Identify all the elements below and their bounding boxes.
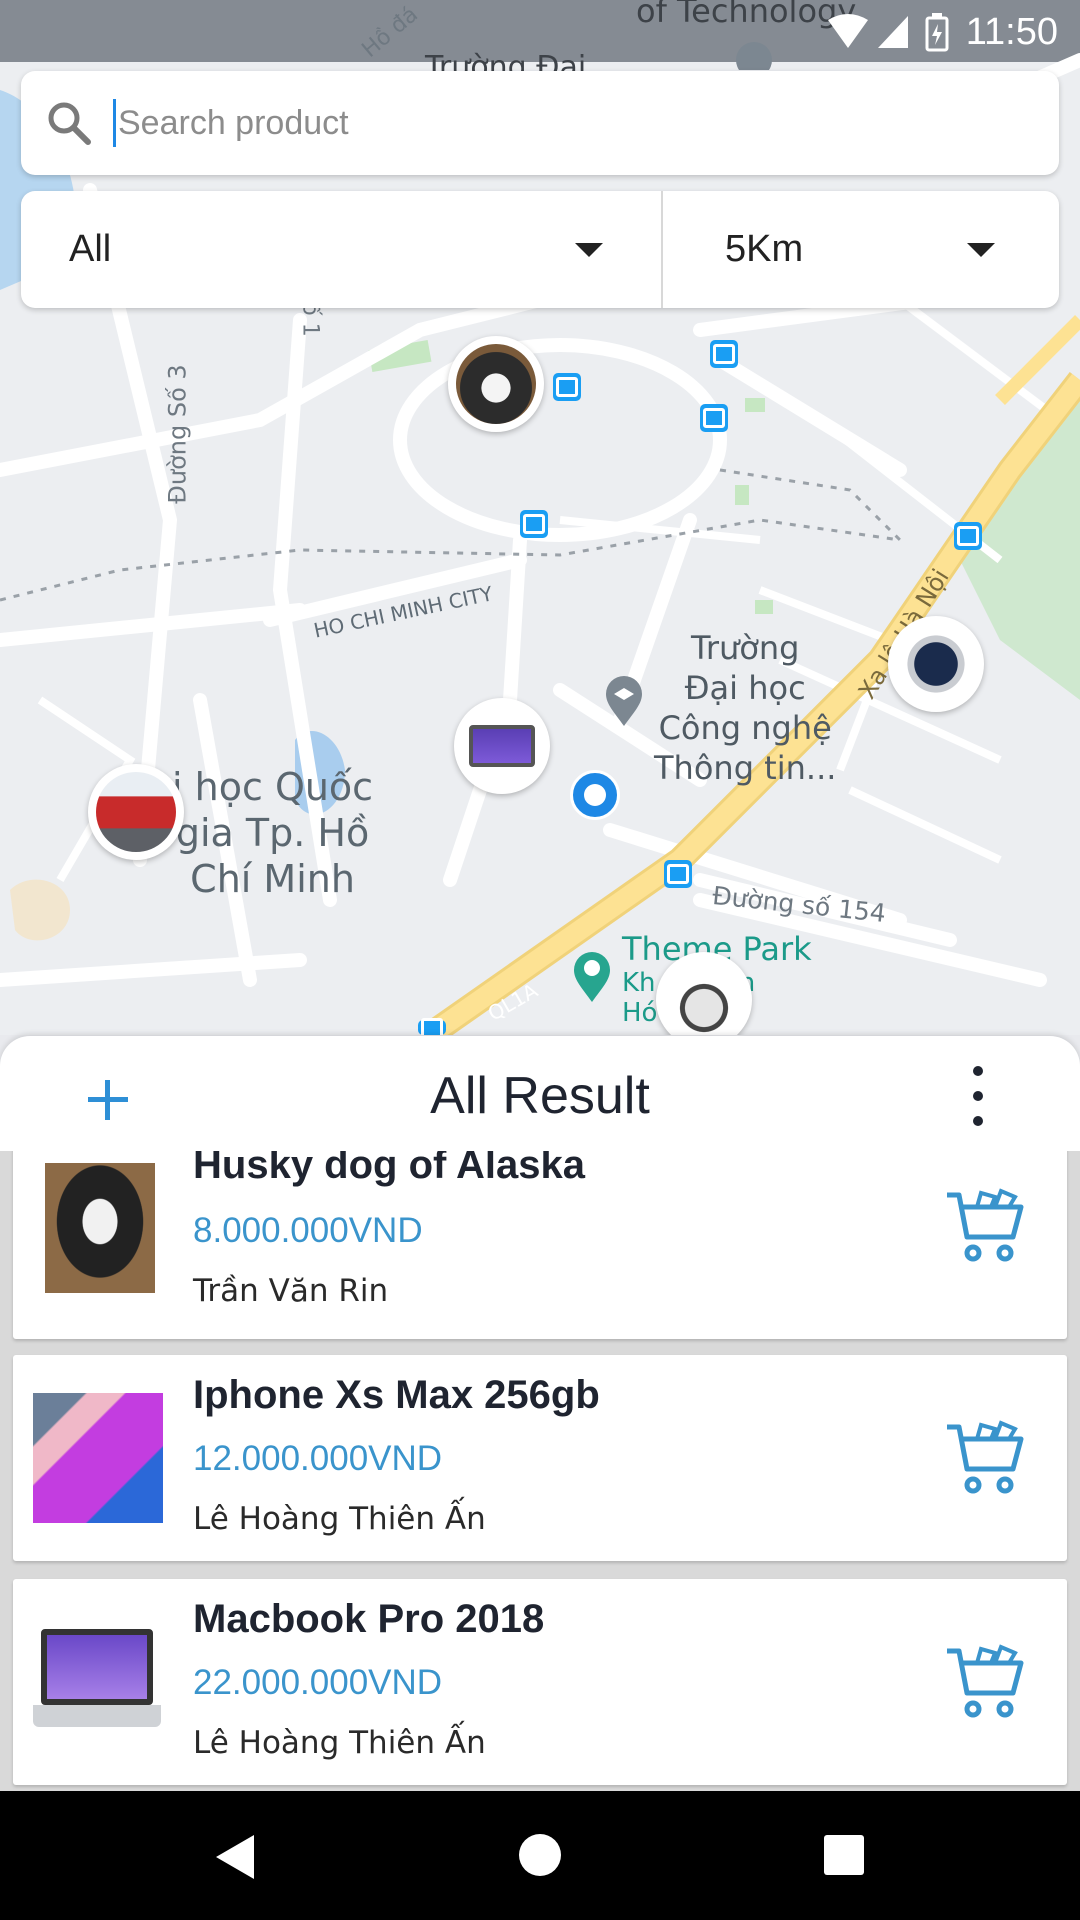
search-bar[interactable] (21, 71, 1059, 175)
result-list[interactable]: Husky dog of Alaska 8.000.000VND Trần Vă… (0, 1151, 1080, 1791)
recent-apps-icon[interactable] (824, 1835, 864, 1875)
bus-stop-icon[interactable] (710, 340, 738, 368)
category-dropdown-value: All (69, 228, 112, 270)
add-to-cart-icon[interactable] (943, 1185, 1025, 1267)
product-name: Husky dog of Alaska (193, 1151, 585, 1187)
home-icon[interactable] (519, 1834, 561, 1876)
wifi-icon (827, 14, 868, 48)
bus-stop-icon[interactable] (520, 510, 548, 538)
product-price: 22.000.000VND (193, 1663, 443, 1702)
product-thumbnail-macbook-base (33, 1705, 161, 1727)
result-sheet-header[interactable]: All Result (0, 1036, 1080, 1151)
map-pin-red-car[interactable] (88, 764, 184, 860)
product-price: 8.000.000VND (193, 1211, 423, 1250)
product-seller: Lê Hoàng Thiên Ấn (193, 1725, 486, 1761)
back-icon[interactable] (216, 1835, 254, 1879)
signal-icon (877, 16, 908, 48)
park-poi-icon[interactable] (572, 952, 612, 1004)
product-seller: Trần Văn Rin (193, 1273, 389, 1309)
bus-stop-icon[interactable] (664, 860, 692, 888)
search-input[interactable] (118, 103, 1018, 143)
distance-dropdown[interactable]: 5Km (663, 191, 1059, 308)
product-thumbnail-macbook (41, 1629, 153, 1705)
product-seller: Lê Hoàng Thiên Ấn (193, 1501, 486, 1537)
search-icon (48, 102, 91, 145)
map-label-dhqg: i học Quốc gia Tp. Hồ Chí Minh (172, 765, 374, 901)
add-to-cart-icon[interactable] (943, 1417, 1025, 1499)
status-bar: 11:50 (740, 0, 1080, 64)
map-pin-husky-dog[interactable] (448, 336, 544, 432)
bus-stop-icon[interactable] (700, 404, 728, 432)
map-label-duong-so-3: Đường Số 3 (163, 364, 192, 504)
chevron-down-icon (575, 243, 603, 257)
bus-stop-icon[interactable] (954, 522, 982, 550)
map-pin-watch[interactable] (888, 616, 984, 712)
my-location-dot (570, 770, 620, 820)
system-nav-bar (0, 1791, 1080, 1920)
product-thumbnail-iphone (33, 1393, 163, 1523)
status-time: 11:50 (965, 10, 1058, 53)
result-card[interactable]: Husky dog of Alaska 8.000.000VND Trần Vă… (13, 1151, 1067, 1339)
bus-stop-icon[interactable] (418, 1020, 446, 1035)
product-name: Macbook Pro 2018 (193, 1597, 545, 1641)
filter-bar: All 5Km (21, 191, 1059, 308)
bus-stop-icon[interactable] (553, 373, 581, 401)
school-poi-icon[interactable] (604, 676, 644, 728)
distance-dropdown-value: 5Km (725, 228, 804, 270)
battery-charging-icon (925, 13, 949, 52)
category-dropdown[interactable]: All (21, 191, 663, 308)
more-options-icon[interactable] (966, 1066, 990, 1126)
map-view[interactable]: Hồ đá of Technology Trường Đại Số 1 Đườn… (0, 0, 1080, 1035)
add-to-cart-icon[interactable] (943, 1641, 1025, 1723)
result-card[interactable]: Macbook Pro 2018 22.000.000VND Lê Hoàng … (13, 1579, 1067, 1785)
result-card[interactable]: Iphone Xs Max 256gb 12.000.000VND Lê Hoà… (13, 1355, 1067, 1561)
map-pin-macbook[interactable] (454, 698, 550, 794)
sheet-title: All Result (430, 1067, 650, 1125)
map-label-uit: Trường Đại học Công nghệ Thông tin... (654, 629, 837, 787)
chevron-down-icon (967, 243, 995, 257)
product-thumbnail-husky (45, 1163, 155, 1293)
text-cursor (113, 99, 116, 147)
product-price: 12.000.000VND (193, 1439, 443, 1478)
product-name: Iphone Xs Max 256gb (193, 1373, 600, 1417)
